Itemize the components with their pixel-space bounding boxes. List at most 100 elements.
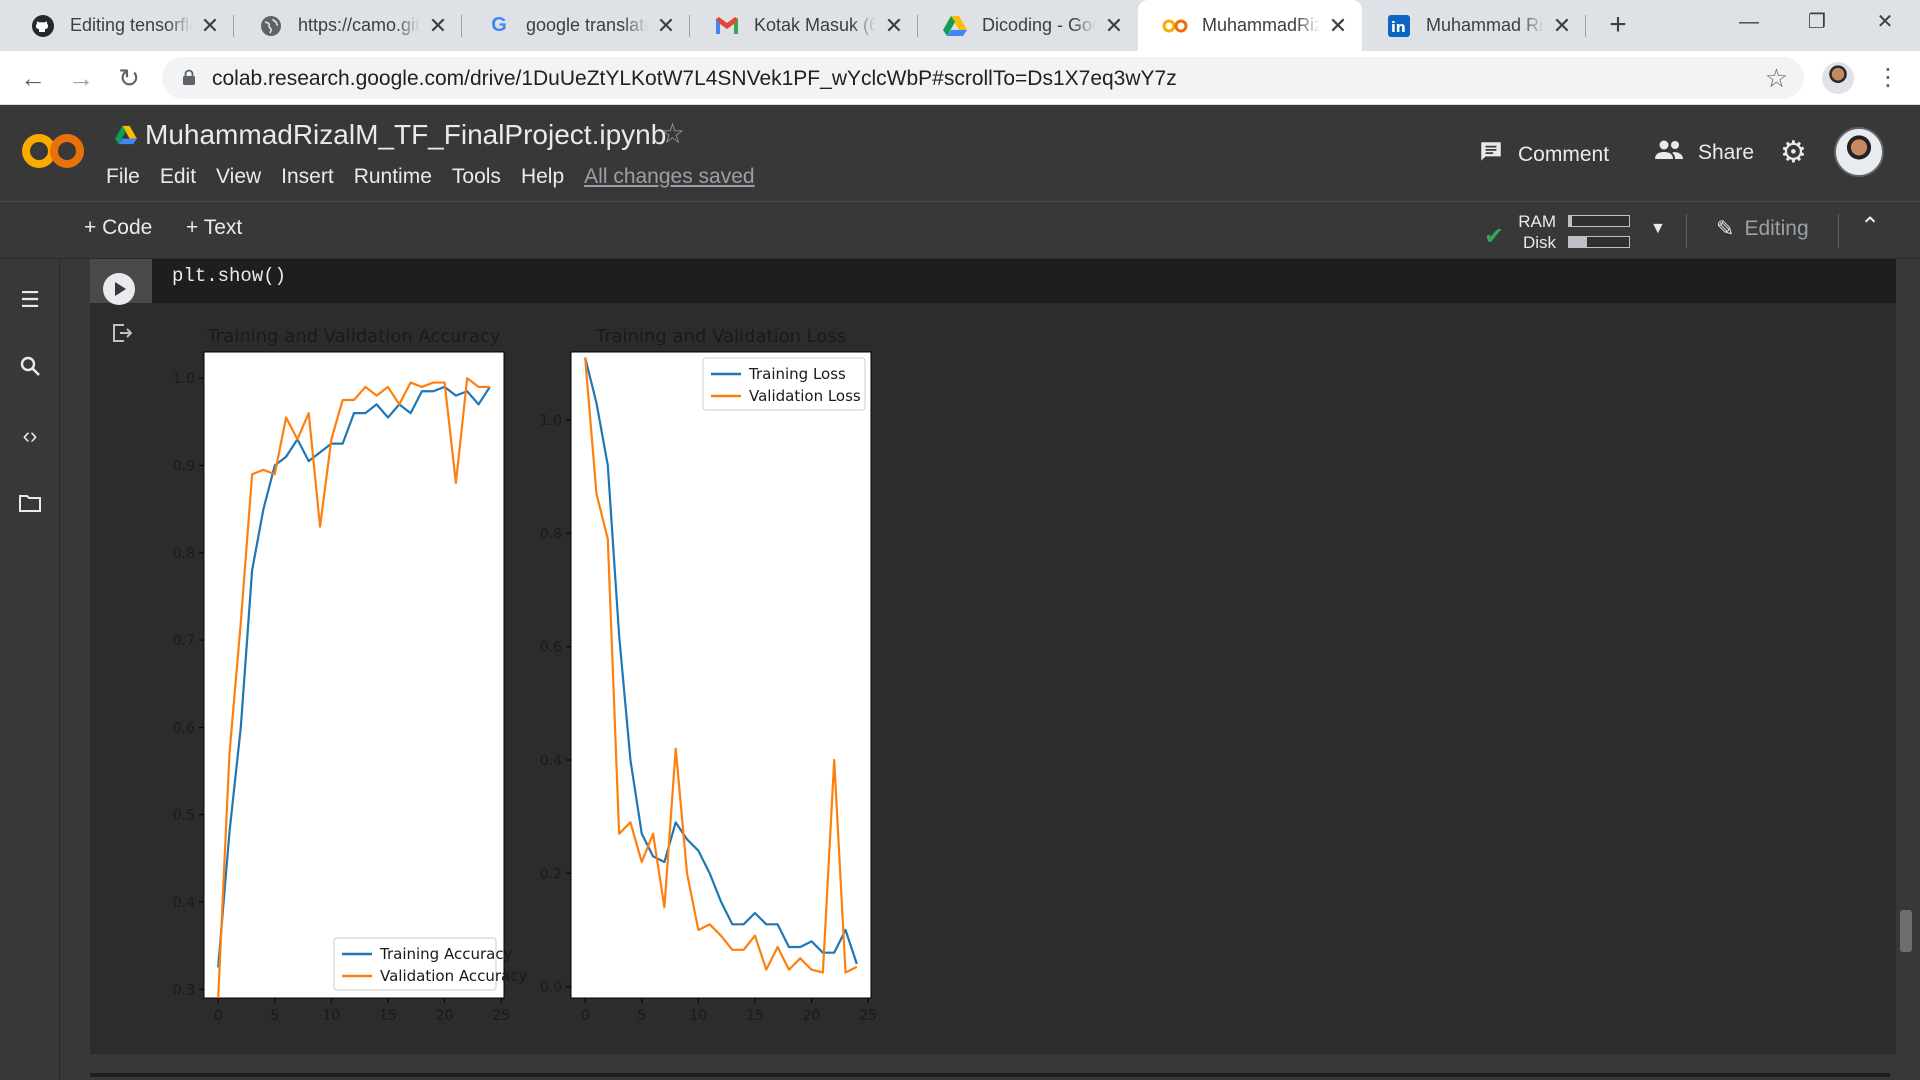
close-tab-icon[interactable]: ✕ <box>884 13 904 39</box>
new-tab-button[interactable]: + <box>1600 8 1636 44</box>
profile-avatar[interactable] <box>1822 62 1854 94</box>
matplotlib-figure: Training and Validation Accuracy 0.3 0.4 0.… <box>173 326 877 1024</box>
linkedin-icon: in <box>1386 13 1412 39</box>
y-tick-label: 0.4 <box>173 895 195 911</box>
y-tick-label: 1.0 <box>540 413 562 429</box>
tab-title: MuhammadRiza <box>1202 15 1320 35</box>
url-text: colab.research.google.com/drive/1DuUeZtY… <box>212 67 1177 90</box>
scrollbar-thumb[interactable] <box>1900 910 1912 952</box>
menu-view[interactable]: View <box>216 165 261 189</box>
colab-logo-icon[interactable] <box>20 129 86 173</box>
reload-button[interactable]: ↻ <box>112 61 146 95</box>
y-tick-label: 0.0 <box>540 980 562 996</box>
colab-header: MuhammadRizalM_TF_FinalProject.ipynb ☆ F… <box>0 105 1920 202</box>
y-tick-label: 0.9 <box>173 458 195 474</box>
gear-icon: ⚙ <box>1780 136 1807 169</box>
x-tick-label: 25 <box>492 1008 510 1024</box>
close-tab-icon[interactable]: ✕ <box>428 13 448 39</box>
menu-bar: File Edit View Insert Runtime Tools Help… <box>106 165 775 189</box>
x-tick-label: 20 <box>436 1008 454 1024</box>
tab-title: Muhammad Riz <box>1426 15 1544 35</box>
x-tick-label: 10 <box>322 1008 340 1024</box>
settings-button[interactable]: ⚙ <box>1780 135 1807 170</box>
chrome-menu-icon[interactable]: ⋮ <box>1876 61 1900 95</box>
code-snippets-icon[interactable]: ‹› <box>16 423 44 451</box>
browser-tab[interactable]: Dicoding - Goog ✕ <box>918 0 1138 51</box>
comment-button[interactable]: Comment <box>1478 139 1609 171</box>
gmail-icon <box>714 13 740 39</box>
legend-label: Validation Loss <box>749 387 861 405</box>
tab-title: Kotak Masuk (61 <box>754 15 876 35</box>
x-tick-label: 25 <box>859 1008 877 1024</box>
chart-title: Training and Validation Loss <box>595 326 846 347</box>
chevron-up-icon[interactable]: ⌃ <box>1860 212 1880 241</box>
menu-file[interactable]: File <box>106 165 140 189</box>
next-cell-edge <box>90 1073 1890 1077</box>
globe-icon <box>258 13 284 39</box>
close-tab-icon[interactable]: ✕ <box>200 13 220 39</box>
x-tick-label: 10 <box>689 1008 707 1024</box>
code-text[interactable]: plt.show() <box>172 265 286 287</box>
browser-tab[interactable]: Kotak Masuk (61 ✕ <box>690 0 918 51</box>
close-tab-icon[interactable]: ✕ <box>1104 13 1124 39</box>
x-tick-label: 0 <box>214 1008 223 1024</box>
account-avatar[interactable] <box>1834 127 1884 177</box>
share-button[interactable]: Share <box>1654 139 1754 167</box>
svg-text:in: in <box>1391 20 1406 36</box>
menu-tools[interactable]: Tools <box>452 165 501 189</box>
ram-usage-bar <box>1568 215 1630 227</box>
output-actions-icon[interactable] <box>110 321 134 345</box>
menu-insert[interactable]: Insert <box>281 165 334 189</box>
close-tab-icon[interactable]: ✕ <box>656 13 676 39</box>
x-tick-label: 15 <box>379 1008 397 1024</box>
back-button[interactable]: ← <box>16 61 50 95</box>
restore-button[interactable]: ❐ <box>1782 0 1852 44</box>
browser-tab-active[interactable]: MuhammadRiza ✕ <box>1138 0 1362 51</box>
menu-edit[interactable]: Edit <box>160 165 196 189</box>
minimize-button[interactable]: — <box>1714 0 1784 44</box>
close-tab-icon[interactable]: ✕ <box>1328 13 1348 39</box>
run-cell-button[interactable] <box>103 273 135 305</box>
lock-icon[interactable] <box>182 69 196 85</box>
chevron-down-icon[interactable]: ▼ <box>1650 220 1666 238</box>
editing-mode-button[interactable]: ✎ Editing <box>1716 216 1809 242</box>
menu-help[interactable]: Help <box>521 165 564 189</box>
legend-label: Validation Accuracy <box>380 967 527 985</box>
forward-button[interactable]: → <box>64 61 98 95</box>
github-icon <box>30 13 56 39</box>
search-icon[interactable] <box>16 355 44 383</box>
disk-label: Disk <box>1522 233 1556 252</box>
y-tick-label: 0.5 <box>173 808 195 824</box>
ram-label: RAM <box>1518 212 1556 231</box>
close-tab-icon[interactable]: ✕ <box>1552 13 1572 39</box>
y-tick-label: 0.7 <box>173 633 195 649</box>
folder-icon[interactable] <box>16 493 44 521</box>
table-of-contents-icon[interactable]: ☰ <box>16 287 44 315</box>
x-tick-label: 0 <box>581 1008 590 1024</box>
drive-icon <box>942 13 968 39</box>
browser-tab[interactable]: G google translate ✕ <box>462 0 690 51</box>
browser-tab[interactable]: Editing tensorflo ✕ <box>6 0 234 51</box>
star-notebook-icon[interactable]: ☆ <box>660 117 685 150</box>
people-icon <box>1654 139 1684 167</box>
notebook-toolbar: + Code + Text ✔ RAM Disk ▼ ✎ Editing ⌃ <box>0 202 1920 259</box>
save-status-link[interactable]: All changes saved <box>584 165 754 189</box>
browser-tab[interactable]: https://camo.gith ✕ <box>234 0 462 51</box>
browser-tab[interactable]: in Muhammad Riz ✕ <box>1362 0 1586 51</box>
editing-label: Editing <box>1744 217 1809 240</box>
browser-tab-strip: Editing tensorflo ✕ https://camo.gith ✕ … <box>0 0 1920 51</box>
url-omnibox[interactable]: colab.research.google.com/drive/1DuUeZtY… <box>162 57 1804 99</box>
bookmark-star-icon[interactable]: ☆ <box>1765 63 1788 94</box>
close-window-button[interactable]: ✕ <box>1850 0 1920 44</box>
x-tick-label: 5 <box>637 1008 646 1024</box>
add-code-button[interactable]: + Code <box>84 216 152 240</box>
menu-runtime[interactable]: Runtime <box>354 165 432 189</box>
code-editor[interactable]: plt.show() <box>90 259 1896 305</box>
drive-icon[interactable] <box>115 125 137 145</box>
y-tick-label: 0.8 <box>540 526 562 542</box>
add-text-button[interactable]: + Text <box>186 216 242 240</box>
address-bar: ← → ↻ colab.research.google.com/drive/1D… <box>0 51 1920 105</box>
y-tick-label: 0.3 <box>173 982 195 998</box>
notebook-title[interactable]: MuhammadRizalM_TF_FinalProject.ipynb <box>145 119 666 151</box>
y-tick-label: 1.0 <box>173 371 195 387</box>
